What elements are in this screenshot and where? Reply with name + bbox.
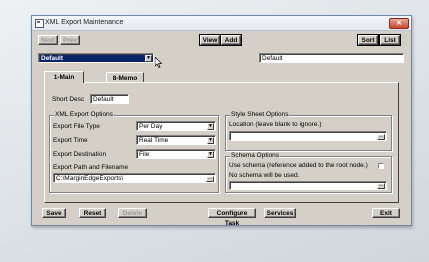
browse-path-button[interactable]: ... (206, 176, 214, 182)
chevron-down-icon[interactable]: ▼ (207, 123, 214, 130)
export-file-type-select[interactable]: Per Day ▼ (136, 121, 216, 131)
exit-button[interactable]: Exit (372, 208, 400, 218)
schema-options-group: Schema Options Use schema (reference add… (225, 152, 392, 193)
save-button[interactable]: Save (42, 208, 66, 218)
schema-note: No schema will be used. (229, 172, 300, 179)
reset-button[interactable]: Reset (79, 208, 106, 218)
export-path-label: Export Path and Filename (53, 164, 129, 171)
export-time-label: Export Time (53, 137, 88, 144)
services-button[interactable]: Services (264, 208, 296, 218)
xml-export-options-group: XML Export Options Export File Type Per … (49, 111, 219, 193)
tab-main[interactable]: 1-Main (44, 71, 84, 83)
schema-options-title: Schema Options (230, 152, 281, 159)
chevron-down-icon[interactable]: ▼ (207, 151, 214, 158)
list-button[interactable]: List (379, 34, 401, 46)
export-destination-label: Export Destination (53, 151, 107, 158)
export-time-select[interactable]: Real Time ▼ (136, 135, 216, 145)
sort-button[interactable]: Sort (357, 34, 379, 46)
short-desc-label: Short Desc (52, 96, 85, 103)
style-sheet-options-title: Style Sheet Options (230, 111, 290, 118)
prev-button[interactable]: Prev (60, 35, 80, 45)
main-tab-panel: Short Desc Default XML Export Options Ex… (44, 82, 399, 203)
style-sheet-location-field[interactable]: ... (229, 131, 387, 141)
record-select[interactable]: Default ▼ (38, 53, 154, 63)
window-title: XML Export Maintenance (45, 19, 124, 26)
use-schema-checkbox[interactable] (378, 163, 384, 169)
schema-field[interactable]: ... (229, 181, 387, 190)
export-path-value: C:\MarginEdgeExports\ (56, 175, 124, 182)
configure-task-button[interactable]: Configure Task (208, 208, 256, 227)
record-name-field[interactable]: Default (259, 53, 404, 63)
add-button[interactable]: Add (220, 34, 242, 46)
style-sheet-options-group: Style Sheet Options Location (leave blan… (225, 111, 392, 151)
mouse-pointer-icon (155, 57, 163, 68)
xml-export-options-title: XML Export Options (54, 111, 114, 118)
view-button[interactable]: View (199, 34, 221, 46)
export-time-value: Real Time (139, 137, 169, 144)
app-icon (35, 19, 44, 28)
close-button[interactable]: ✕ (389, 18, 409, 29)
delete-button[interactable]: Delete (118, 208, 147, 218)
browse-schema-button[interactable]: ... (377, 183, 385, 189)
export-destination-select[interactable]: File ▼ (136, 149, 216, 159)
use-schema-label: Use schema (reference added to the root … (229, 162, 368, 169)
export-file-type-label: Export File Type (53, 123, 100, 130)
title-bar[interactable]: XML Export Maintenance ✕ (32, 16, 411, 31)
browse-style-sheet-button[interactable]: ... (377, 134, 385, 140)
chevron-down-icon[interactable]: ▼ (207, 137, 214, 144)
xml-export-window: XML Export Maintenance ✕ Next Prev View … (31, 15, 412, 227)
export-path-field[interactable]: C:\MarginEdgeExports\ ... (53, 173, 216, 183)
export-destination-value: File (139, 151, 150, 158)
short-desc-field[interactable]: Default (90, 94, 129, 104)
export-file-type-value: Per Day (139, 123, 163, 130)
style-sheet-location-label: Location (leave blank to ignore.) (229, 121, 322, 128)
chevron-down-icon[interactable]: ▼ (145, 55, 152, 62)
record-select-value: Default (41, 55, 64, 62)
next-button[interactable]: Next (38, 35, 58, 45)
